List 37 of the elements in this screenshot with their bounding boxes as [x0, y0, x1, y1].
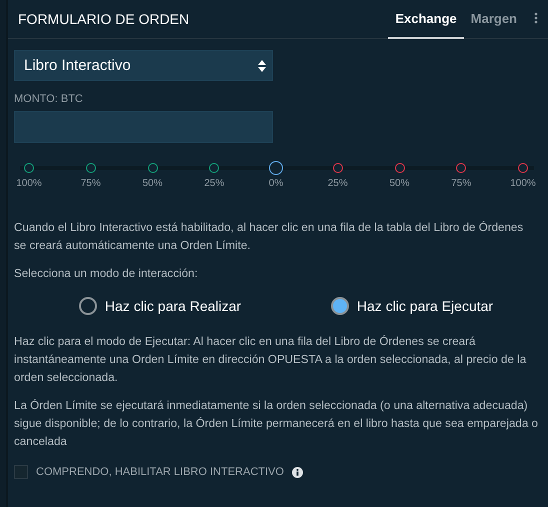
percent-label: 75%: [451, 178, 472, 189]
mode-label: Haz clic para Ejecutar: [356, 298, 494, 314]
percent-label: 25%: [328, 178, 348, 189]
tab[interactable]: Margen: [464, 0, 524, 39]
order-type-select[interactable]: Libro Interactivo: [14, 50, 273, 81]
note-text: La Órden Límite se ejecutará inmediatamente si la orden seleccionada (o una alternativa adecuada) sigue disponible; de lo contrario, la Órden Límite permanecerá en el libro hasta que sea emparejada o cancelada: [14, 398, 538, 450]
mode-radio[interactable]: Haz clic para Realizar: [78, 297, 242, 315]
percent-label: 50%: [389, 178, 410, 189]
percent-label: 0%: [268, 178, 284, 189]
tab[interactable]: Exchange: [388, 0, 464, 39]
slider-stop[interactable]: [456, 163, 466, 173]
slider-stop[interactable]: [332, 163, 343, 173]
confirm-checkbox[interactable]: [14, 465, 28, 479]
info-icon[interactable]: [292, 466, 303, 478]
slider-stop[interactable]: [209, 163, 220, 173]
amount-label: MONTO: BTC: [14, 93, 84, 105]
confirm-label: COMPRENDO, HABILITAR LIBRO INTERACTIVO: [36, 466, 284, 478]
percent-label: 100%: [510, 178, 536, 189]
description-text: Haz clic para el modo de Ejecutar: Al hacer clic en una fila del Libro de Órdenes se creará instantáneamente una Orden Límite en dirección OPUESTA a la orden seleccionada, al precio de la orden seleccionada.: [14, 334, 528, 386]
slider-stop[interactable]: [269, 161, 283, 175]
more-icon[interactable]: [534, 12, 538, 24]
slider-stop[interactable]: [148, 163, 158, 173]
percent-label: 100%: [16, 178, 42, 189]
mode-label: Haz clic para Realizar: [104, 298, 242, 314]
slider-stop[interactable]: [24, 163, 34, 173]
sort-caret-icon: [257, 58, 267, 72]
percent-label: 50%: [142, 178, 162, 189]
panel-title: FORMULARIO DE ORDEN: [18, 11, 190, 27]
percent-label: 75%: [80, 178, 101, 189]
slider-stop[interactable]: [86, 163, 96, 173]
intro-text: Cuando el Libro Interactivo está habilitado, al hacer clic en una fila de la tabla del Libro de Órdenes se creará automáticamente una Orden Límite.: [14, 220, 524, 254]
mode-prompt: Selecciona un modo de interacción:: [14, 266, 199, 282]
mode-radio[interactable]: Haz clic para Ejecutar: [330, 297, 494, 315]
slider-stop[interactable]: [518, 163, 528, 173]
amount-input[interactable]: [14, 111, 273, 143]
percent-label: 25%: [204, 178, 224, 189]
slider-stop[interactable]: [394, 163, 404, 173]
